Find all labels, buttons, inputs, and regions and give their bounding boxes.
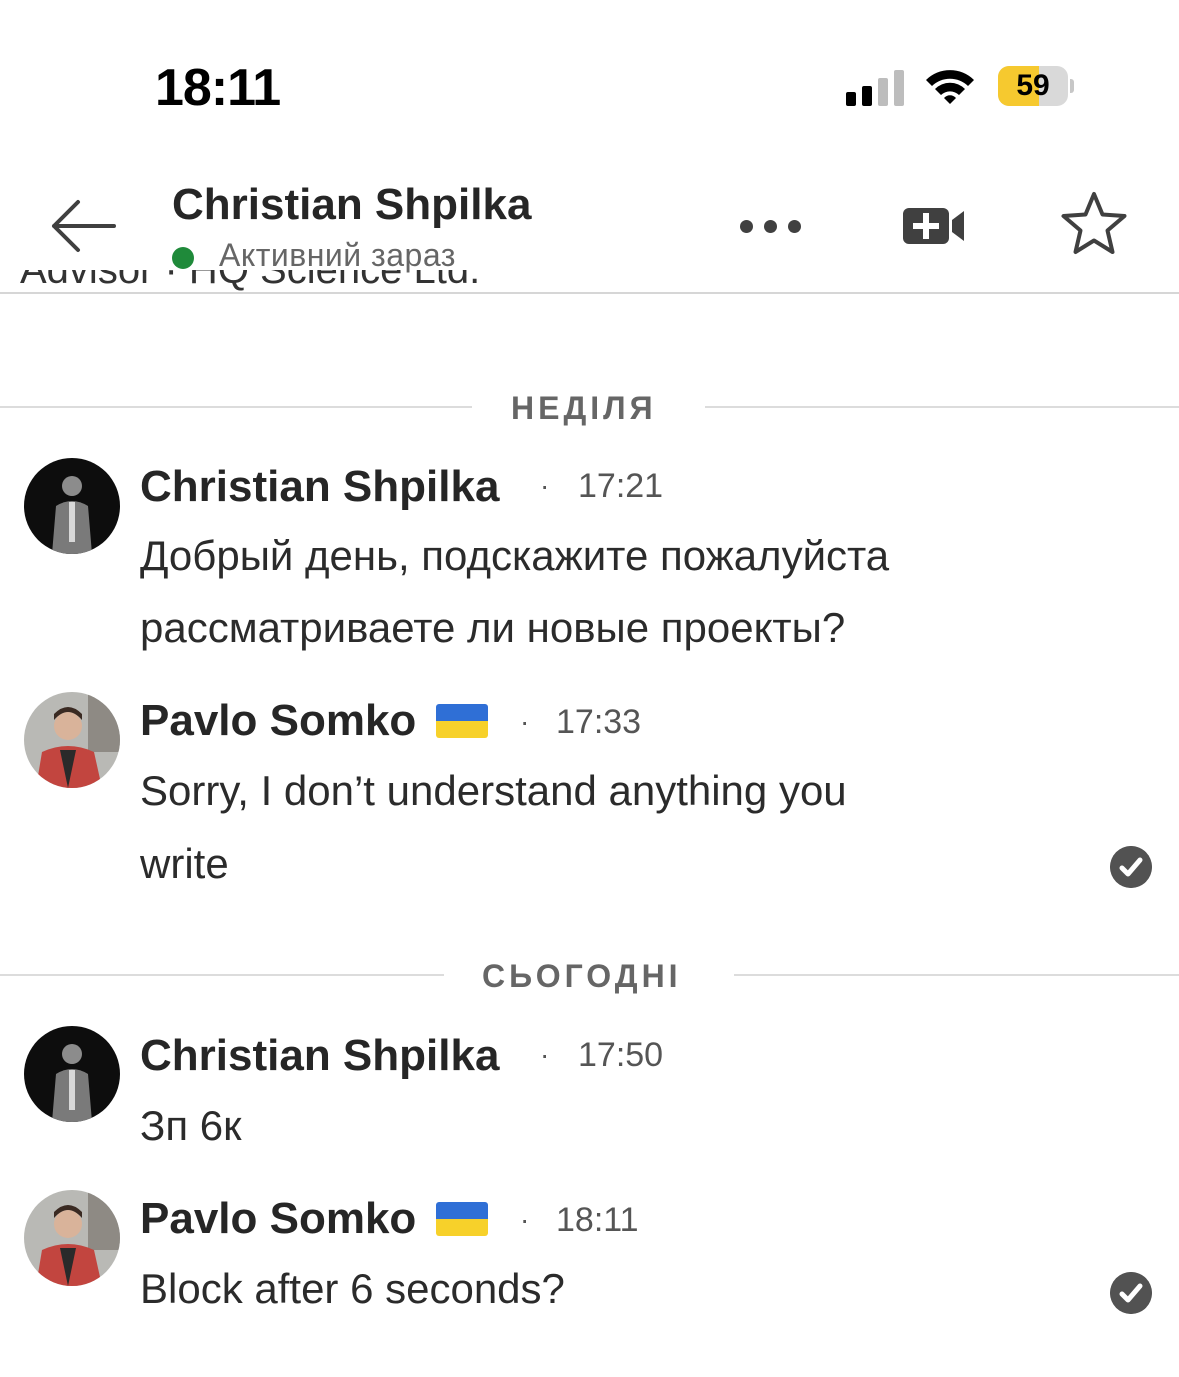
separator: · xyxy=(540,1039,550,1070)
avatar[interactable] xyxy=(24,1026,120,1122)
message-time: 17:21 xyxy=(578,467,664,505)
wifi-icon xyxy=(926,70,974,104)
arrow-left-icon[interactable] xyxy=(48,196,118,256)
message-text-line: Block after 6 seconds? xyxy=(140,1265,565,1312)
message-sender[interactable]: Pavlo Somko xyxy=(140,1194,416,1244)
message-time: 17:33 xyxy=(556,703,642,741)
avatar[interactable] xyxy=(24,458,120,554)
read-check-icon xyxy=(1110,846,1152,888)
day-divider-label: НЕДІЛЯ xyxy=(511,390,657,426)
message-text-line: Добрый день, подскажите пожалуйста xyxy=(140,532,890,579)
read-check-icon xyxy=(1110,1272,1152,1314)
message-text-line: рассматриваете ли новые проекты? xyxy=(140,604,846,651)
online-status-dot xyxy=(172,247,194,269)
video-call-icon[interactable] xyxy=(902,206,968,246)
day-divider-line xyxy=(0,974,444,976)
separator: · xyxy=(520,706,530,737)
avatar[interactable] xyxy=(24,1190,120,1286)
separator: · xyxy=(520,1204,530,1235)
day-divider-label: СЬОГОДНІ xyxy=(482,958,682,994)
avatar[interactable] xyxy=(24,692,120,788)
message-sender[interactable]: Christian Shpilka xyxy=(140,462,499,512)
day-divider-line xyxy=(734,974,1179,976)
ukraine-flag-icon xyxy=(436,1202,488,1236)
message-time: 18:11 xyxy=(556,1201,639,1239)
cellular-signal-icon xyxy=(846,70,908,106)
message-sender[interactable]: Pavlo Somko xyxy=(140,696,416,746)
message-time: 17:50 xyxy=(578,1036,664,1074)
clipped-previous-text: Advisor · HQ Science Ltd. xyxy=(20,270,481,292)
message-text-line: write xyxy=(140,840,229,887)
day-divider-line xyxy=(705,406,1179,408)
status-time: 18:11 xyxy=(155,59,281,117)
battery-percent: 59 xyxy=(1016,69,1050,102)
header-divider xyxy=(0,292,1179,294)
more-horizontal-icon[interactable] xyxy=(740,218,802,234)
ukraine-flag-icon xyxy=(436,704,488,738)
battery-indicator: 59 xyxy=(998,66,1074,108)
message-text-line: Sorry, I don’t understand anything you xyxy=(140,767,847,814)
day-divider-line xyxy=(0,406,472,408)
star-icon[interactable] xyxy=(1060,190,1128,258)
separator: · xyxy=(540,470,550,501)
message-sender[interactable]: Christian Shpilka xyxy=(140,1031,499,1081)
conversation-title[interactable]: Christian Shpilka xyxy=(172,180,531,230)
presence-status: Активний зараз xyxy=(219,237,456,273)
message-text-line: Зп 6к xyxy=(140,1102,242,1149)
